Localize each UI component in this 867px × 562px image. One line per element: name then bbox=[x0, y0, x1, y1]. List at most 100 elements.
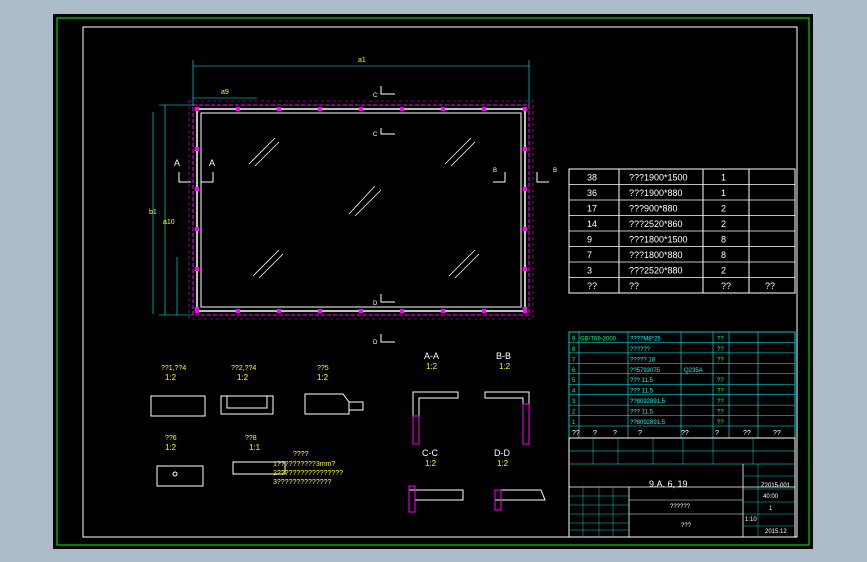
bolt-right bbox=[523, 307, 527, 311]
glass-table-spec: ???2520*860 bbox=[629, 219, 683, 229]
parts-list-header: ? bbox=[613, 430, 617, 437]
detail-2-title: ??2,??4 bbox=[231, 365, 256, 372]
title-count: 1 bbox=[769, 506, 773, 512]
title-date: 2015.12 bbox=[765, 529, 787, 535]
glass-table-note: ?? bbox=[765, 281, 775, 291]
bolt-bottom bbox=[277, 309, 281, 313]
parts-list-name: ??5793075 bbox=[630, 368, 661, 374]
detail-5-scale: 1:1 bbox=[249, 443, 261, 452]
detail-1-title: ??1,??4 bbox=[161, 365, 186, 372]
bolt-bottom bbox=[400, 309, 404, 313]
bolt-right bbox=[523, 267, 527, 271]
parts-list-header: ? bbox=[638, 430, 642, 437]
parts-list-no: 8 bbox=[572, 347, 576, 353]
detail-3-scale: 1:2 bbox=[317, 373, 329, 382]
parts-list-std: GB/T69-2000 bbox=[580, 336, 617, 342]
parts-list-name: ??8092891.5 bbox=[630, 399, 666, 405]
bolt-left bbox=[195, 227, 199, 231]
dim-top-label: a1 bbox=[358, 57, 366, 64]
parts-list-name: ??? 11.5 bbox=[630, 410, 654, 416]
bolt-left bbox=[195, 307, 199, 311]
section-aa-title: A-A bbox=[424, 351, 439, 361]
glass-table-spec: ???1900*880 bbox=[629, 188, 683, 198]
dim-top-sub-label: a9 bbox=[221, 89, 229, 96]
glass-table-no: 3 bbox=[587, 266, 592, 276]
bolt-bottom bbox=[236, 309, 240, 313]
detail-3-title: ??5 bbox=[317, 365, 329, 372]
section-aa-scale: 1:2 bbox=[426, 362, 438, 371]
parts-list-no: 7 bbox=[572, 357, 576, 363]
cad-viewport[interactable]: a1 a9 b1 a10 A A B B C C D D 38 ???1900*… bbox=[0, 0, 867, 562]
parts-list-header: ?? bbox=[572, 430, 580, 437]
detail-1-scale: 1:2 bbox=[165, 373, 177, 382]
section-a-left: A bbox=[174, 158, 180, 168]
section-dd-title: D-D bbox=[494, 448, 510, 458]
glass-table-qty: 8 bbox=[721, 235, 726, 245]
bolt-left bbox=[195, 187, 199, 191]
section-bb-title: B-B bbox=[496, 351, 511, 361]
glass-table-qty: 1 bbox=[721, 188, 726, 198]
detail-4-scale: 1:2 bbox=[165, 443, 177, 452]
title-scale: 1:10 bbox=[745, 517, 757, 523]
glass-table-no: 38 bbox=[587, 173, 597, 183]
parts-list-header: ?? bbox=[743, 430, 751, 437]
parts-list-qty: ?? bbox=[717, 347, 724, 353]
section-cc-title: C-C bbox=[422, 448, 438, 458]
glass-table-qty: ?? bbox=[721, 281, 731, 291]
section-cc-scale: 1:2 bbox=[425, 459, 437, 468]
section-d-bottom: D bbox=[373, 340, 378, 346]
glass-table-no: 9 bbox=[587, 235, 592, 245]
section-dd-scale: 1:2 bbox=[497, 459, 509, 468]
section-c-mid: C bbox=[373, 132, 378, 138]
section-b-right: B bbox=[553, 168, 557, 174]
parts-list-no: 1 bbox=[572, 420, 576, 426]
technical-notes: ???? 1??????????3mm? 2????????????????? … bbox=[273, 451, 343, 486]
bolt-right bbox=[523, 107, 527, 111]
parts-list-header: ? bbox=[593, 430, 597, 437]
parts-list-name: ????? 18 bbox=[630, 357, 656, 363]
title-drawing-no: Z2015-001 bbox=[761, 483, 791, 489]
inner-border bbox=[82, 26, 798, 538]
parts-list-name: ????M8*25 bbox=[630, 336, 661, 342]
glass-table-no: 17 bbox=[587, 204, 597, 214]
detail-5-title: ??8 bbox=[245, 435, 257, 442]
parts-list: 9 GB/T69-2000 ????M8*25 ??8?????? ??7????? 1… bbox=[568, 331, 796, 439]
drawing-canvas[interactable]: a1 a9 b1 a10 A A B B C C D D 38 ???1900*… bbox=[53, 14, 813, 549]
parts-list-qty: ?? bbox=[717, 399, 724, 405]
bolt-top bbox=[236, 107, 240, 111]
title-name: ?????? bbox=[670, 504, 691, 510]
glass-table-qty: 2 bbox=[721, 219, 726, 229]
glass-table: 38 ???1900*1500 136 ???1900*880 117 ???900*88… bbox=[568, 168, 796, 294]
section-a-right: A bbox=[209, 158, 215, 168]
parts-list-no: 6 bbox=[572, 368, 576, 374]
bolt-right bbox=[523, 227, 527, 231]
glass-table-spec: ???1900*1500 bbox=[629, 173, 688, 183]
glass-table-no: ?? bbox=[587, 281, 597, 291]
section-b-left: B bbox=[493, 168, 497, 174]
section-c-top: C bbox=[373, 93, 378, 99]
parts-list-header: ? bbox=[715, 430, 719, 437]
bolt-left bbox=[195, 147, 199, 151]
glass-reflections bbox=[248, 137, 480, 279]
parts-list-header: ?? bbox=[773, 430, 781, 437]
bolt-top bbox=[318, 107, 322, 111]
parts-list-no: 3 bbox=[572, 399, 576, 405]
dimension-lines bbox=[152, 60, 530, 316]
parts-list-name: ?????? bbox=[630, 347, 651, 353]
bolt-bottom bbox=[441, 309, 445, 313]
parts-list-qty: ?? bbox=[717, 378, 724, 384]
detail-views: ??1,??4 1:2 ??2,??4 1:2 ??5 1:2 ??6 1:2 … bbox=[150, 351, 546, 513]
glass-table-qty: 1 bbox=[721, 173, 726, 183]
parts-list-no: 4 bbox=[572, 389, 576, 395]
parts-list-name: ??8092891.5 bbox=[630, 420, 666, 426]
bolt-top bbox=[482, 107, 486, 111]
parts-list-qty: ?? bbox=[717, 410, 724, 416]
parts-list-no: 5 bbox=[572, 378, 576, 384]
title-sheet: 40:00 bbox=[763, 494, 779, 500]
bolt-right bbox=[523, 147, 527, 151]
dim-left-label: b1 bbox=[149, 209, 157, 216]
title-block: 9.A. 6, 19 ?????? ??? Z2015-001 40:00 1 … bbox=[568, 437, 796, 538]
bolt-right bbox=[523, 187, 527, 191]
glass-table-spec: ?? bbox=[629, 281, 639, 291]
bolt-bottom bbox=[482, 309, 486, 313]
